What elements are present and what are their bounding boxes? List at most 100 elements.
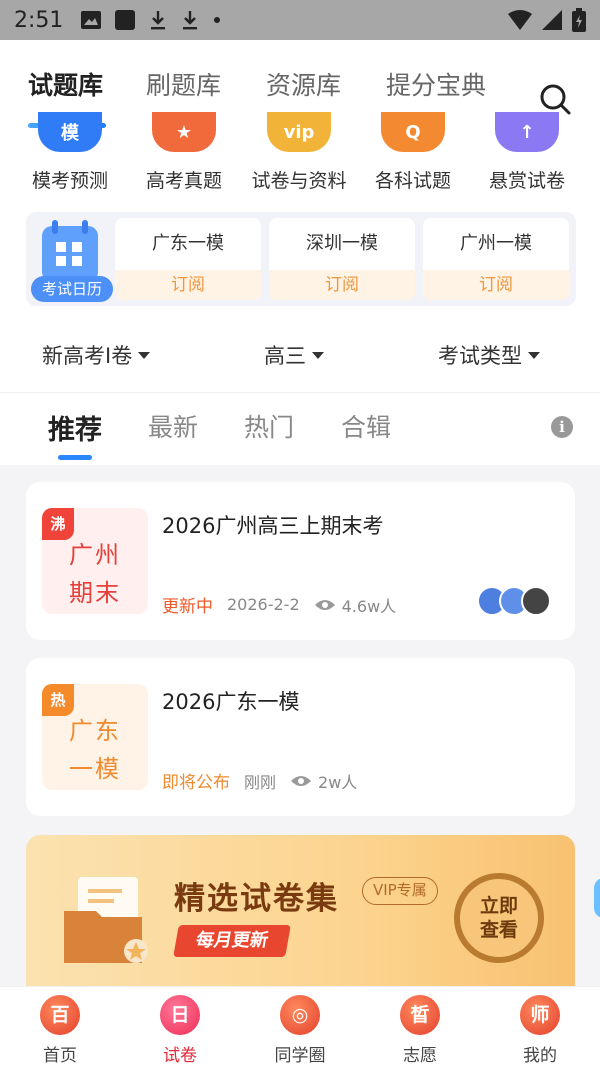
nav-label: 首页 [43, 1046, 77, 1066]
mock-exam-icon: 模 [38, 112, 102, 152]
caret-down-icon [312, 351, 324, 359]
tab-recommended[interactable]: 推荐 [48, 408, 102, 447]
exam-type-filter[interactable]: 考试类型 [438, 340, 540, 370]
content-tab-bar: 推荐 最新 热门 合辑 i [0, 402, 600, 462]
view-count: 2w人 [290, 769, 357, 793]
exam-region-filter[interactable]: 新高考I卷 [42, 340, 151, 370]
papers-icon: 日 [160, 995, 200, 1035]
info-icon[interactable]: i [551, 416, 573, 438]
participant-avatars [477, 586, 551, 616]
nav-label: 志愿 [403, 1046, 437, 1066]
wifi-icon [508, 10, 532, 30]
exam-meta: 更新中 2026-2-2 4.6w人 [162, 592, 396, 617]
nav-papers[interactable]: 日 试卷 [120, 995, 240, 1066]
status-notification-icons [81, 10, 221, 30]
bottom-navigation: 百 首页 日 试卷 ◎ 同学圈 晳 志愿 师 我的 [0, 986, 600, 1066]
floating-bubble[interactable] [594, 878, 600, 918]
download-icon [151, 11, 166, 30]
category-label: 试卷与资料 [251, 170, 347, 192]
monthly-update-badge: 每月更新 [173, 925, 291, 957]
caret-down-icon [528, 351, 540, 359]
category-label: 悬赏试卷 [488, 170, 565, 192]
upload-arrow-icon: ↑ [495, 112, 559, 152]
nav-application[interactable]: 晳 志愿 [360, 995, 480, 1066]
filter-label: 新高考I卷 [42, 344, 133, 368]
caret-down-icon [138, 351, 151, 359]
exam-calendar-strip: 考试日历 广东一模 订阅 深圳一模 订阅 广州一模 订阅 [26, 212, 576, 306]
header-section: 试题库 刷题库 资源库 提分宝典 模 模考预测 ★ 高考真题 vip 试卷与资料… [0, 40, 600, 465]
subscription-name: 广州一模 [460, 233, 532, 254]
classmates-icon: ◎ [280, 995, 320, 1035]
exam-meta: 即将公布 刚刚 2w人 [162, 768, 357, 794]
category-bounty-papers[interactable]: ↑ 悬赏试卷 [470, 112, 584, 193]
banner-title: 精选试卷集 [174, 881, 339, 917]
subscription-card: 广州一模 订阅 [423, 218, 569, 300]
tab-score-guide[interactable]: 提分宝典 [386, 66, 486, 102]
exam-status: 即将公布 [162, 773, 230, 793]
nav-label: 试卷 [163, 1046, 197, 1066]
tab-question-bank[interactable]: 试题库 [28, 66, 103, 102]
download-icon [183, 11, 198, 30]
exam-calendar-label[interactable]: 考试日历 [31, 276, 113, 302]
category-label: 模考预测 [31, 170, 108, 192]
filter-label: 高三 [264, 344, 306, 368]
search-icon[interactable] [538, 82, 572, 116]
subscribe-button[interactable]: 订阅 [269, 270, 415, 300]
exam-status: 更新中 [162, 597, 213, 617]
application-icon: 晳 [400, 995, 440, 1035]
exam-title: 2026广州高三上期末考 [162, 514, 384, 538]
exam-cover: 沸 广州 期末 [42, 508, 148, 614]
nav-label: 同学圈 [274, 1046, 326, 1066]
vip-icon: vip [267, 112, 331, 152]
status-bar: 2:51 [0, 0, 600, 40]
tab-collections[interactable]: 合辑 [341, 408, 391, 444]
grade-filter[interactable]: 高三 [264, 340, 324, 370]
tab-practice-bank[interactable]: 刷题库 [146, 66, 221, 102]
active-subtab-indicator [58, 455, 92, 460]
category-mock-exam[interactable]: 模 模考预测 [13, 112, 127, 193]
subscribe-button[interactable]: 订阅 [423, 270, 569, 300]
search-icon: Q [381, 112, 445, 152]
category-label: 各科试题 [374, 170, 451, 192]
star-icon: ★ [152, 112, 216, 152]
battery-icon [572, 8, 586, 32]
tab-latest[interactable]: 最新 [148, 408, 198, 444]
nav-classmates[interactable]: ◎ 同学圈 [240, 995, 360, 1066]
promo-banner[interactable]: 精选试卷集 VIP专属 每月更新 立即 查看 [26, 835, 575, 995]
cover-text: 广州 期末 [69, 541, 121, 607]
nav-label: 我的 [523, 1046, 557, 1066]
dot-icon [214, 17, 221, 23]
eye-icon [314, 599, 335, 610]
image-icon [81, 11, 102, 29]
category-past-exams[interactable]: ★ 高考真题 [127, 112, 241, 193]
avatar [521, 586, 551, 616]
filter-label: 考试类型 [438, 344, 522, 368]
exam-title: 2026广东一模 [162, 690, 300, 714]
subscription-name: 广东一模 [152, 233, 224, 254]
category-label: 高考真题 [145, 170, 222, 192]
cover-text: 广东 一模 [69, 717, 121, 783]
vip-badge: VIP专属 [362, 877, 438, 905]
profile-icon: 师 [520, 995, 560, 1035]
category-subject-questions[interactable]: Q 各科试题 [356, 112, 470, 193]
exam-date: 刚刚 [244, 772, 277, 792]
subscription-name: 深圳一模 [306, 233, 378, 254]
eye-icon [291, 775, 312, 786]
exam-card[interactable]: 热 广东 一模 2026广东一模 即将公布 刚刚 2w人 [26, 658, 575, 816]
signal-icon [542, 10, 562, 30]
exam-card[interactable]: 沸 广州 期末 2026广州高三上期末考 更新中 2026-2-2 4.6w人 [26, 482, 575, 640]
status-time: 2:51 [14, 7, 64, 33]
exam-date: 2026-2-2 [227, 595, 300, 614]
category-papers-materials[interactable]: vip 试卷与资料 [242, 112, 356, 193]
subscribe-button[interactable]: 订阅 [115, 270, 261, 300]
tab-resource-bank[interactable]: 资源库 [266, 66, 341, 102]
nav-home[interactable]: 百 首页 [0, 995, 120, 1066]
tab-hot[interactable]: 热门 [244, 408, 294, 444]
view-now-button[interactable]: 立即 查看 [454, 873, 544, 963]
subscription-card: 深圳一模 订阅 [269, 218, 415, 300]
subscription-card: 广东一模 订阅 [115, 218, 261, 300]
top-tab-bar: 试题库 刷题库 资源库 提分宝典 [0, 60, 600, 128]
filter-bar: 新高考I卷 高三 考试类型 [0, 330, 600, 380]
app-icon [115, 10, 136, 30]
nav-profile[interactable]: 师 我的 [480, 995, 600, 1066]
